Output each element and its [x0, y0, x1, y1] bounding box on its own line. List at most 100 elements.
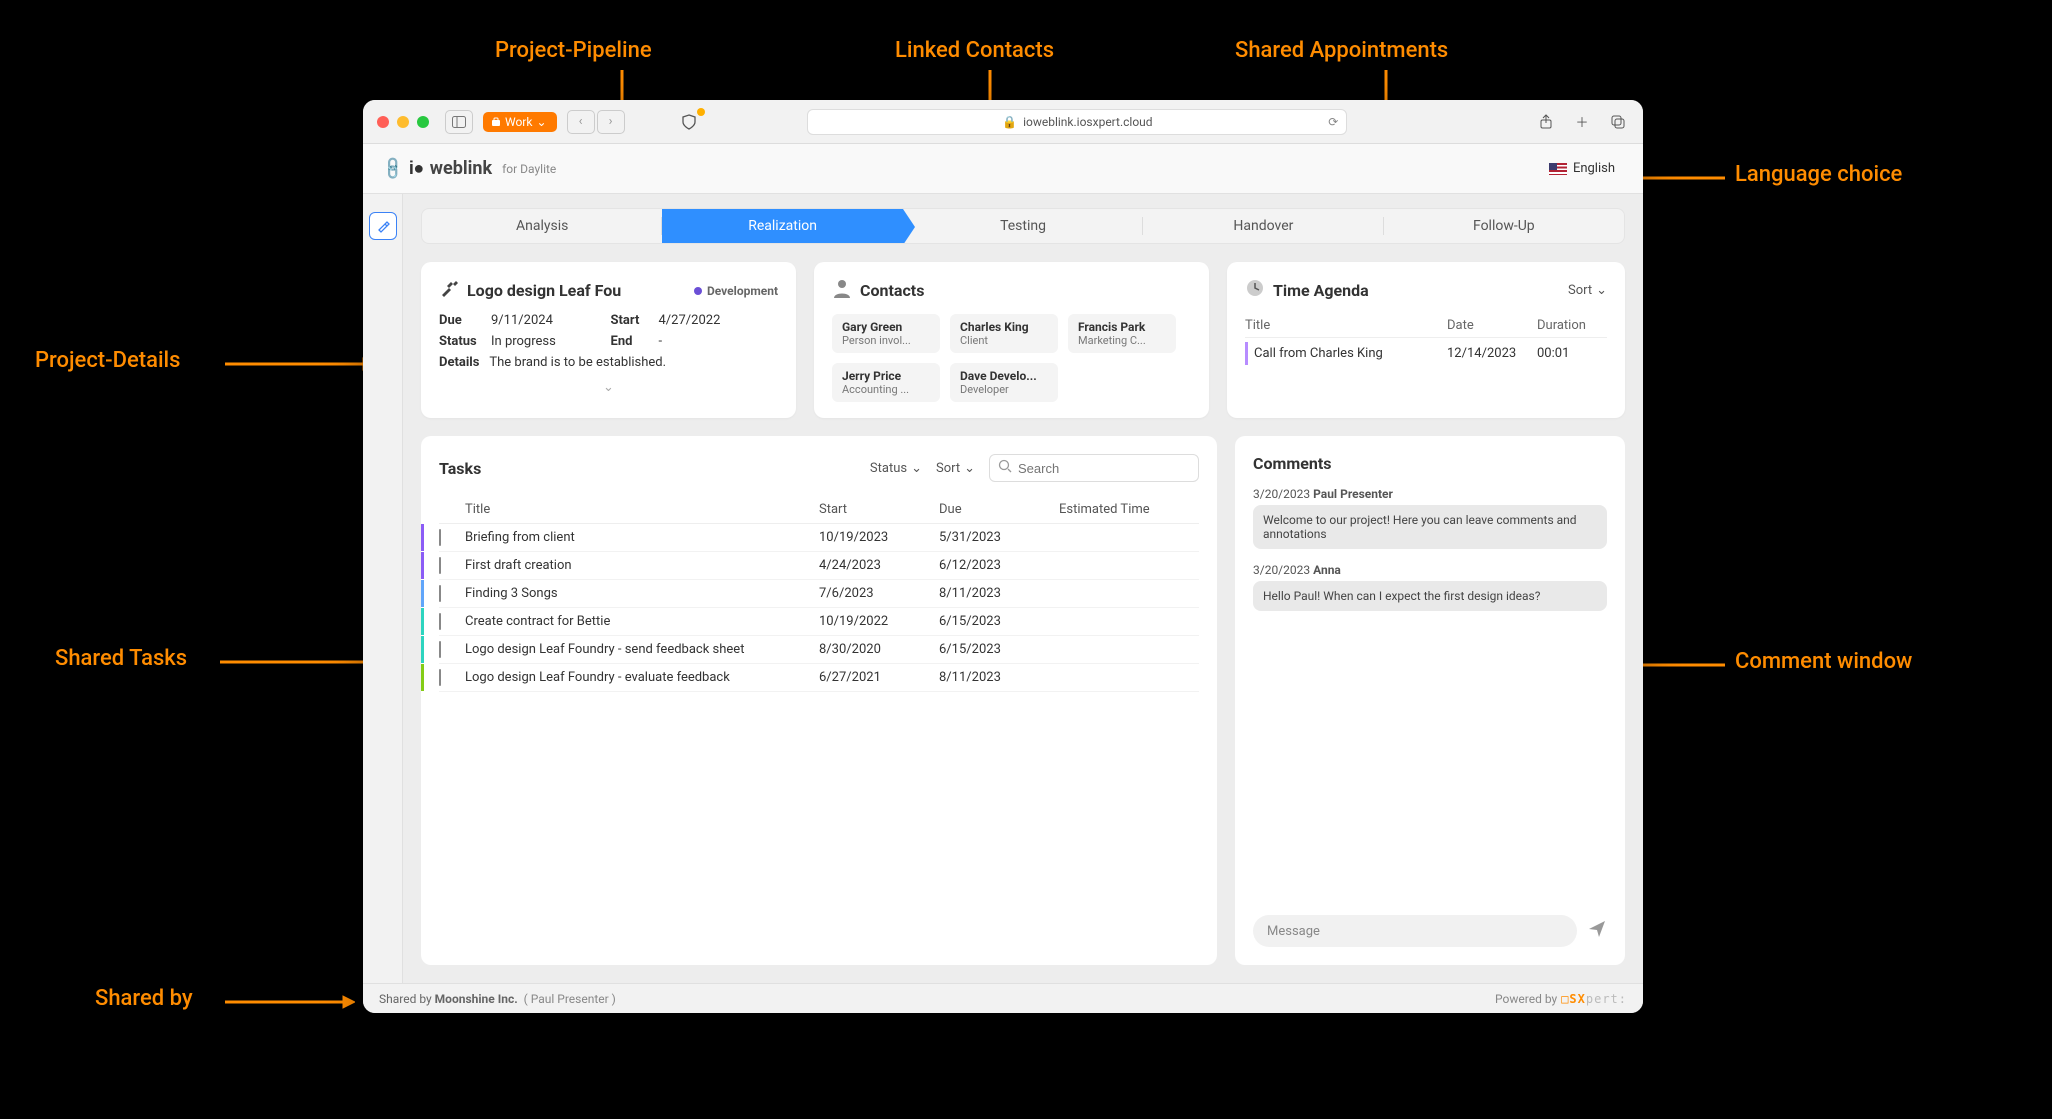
- refresh-icon[interactable]: ⟳: [1328, 115, 1338, 129]
- contact-name: Jerry Price: [842, 369, 930, 383]
- project-title: Logo design Leaf Fou: [467, 281, 621, 300]
- shield-badge-icon: [697, 108, 705, 116]
- status-label: Status: [439, 334, 491, 349]
- task-due: 6/12/2023: [939, 558, 1059, 573]
- lock-icon: 🔒: [1002, 115, 1017, 129]
- close-window-button[interactable]: [377, 116, 389, 128]
- category-dot-icon: [694, 287, 702, 295]
- browser-window: Work ⌄ ‹ › 🔒 ioweblink.iosxpert.cloud ⟳ …: [363, 100, 1643, 1013]
- annotation-sharedby: Shared by: [95, 986, 193, 1011]
- contact-chip[interactable]: Charles KingClient: [950, 314, 1058, 353]
- safari-toolbar: Work ⌄ ‹ › 🔒 ioweblink.iosxpert.cloud ⟳ …: [363, 100, 1643, 144]
- annotation-language: Language choice: [1735, 162, 1902, 187]
- url-bar[interactable]: 🔒 ioweblink.iosxpert.cloud ⟳: [807, 109, 1347, 135]
- agenda-col-title: Title: [1245, 318, 1447, 333]
- contacts-title: Contacts: [860, 281, 924, 300]
- contact-chip[interactable]: Dave Develo...Developer: [950, 363, 1058, 402]
- comment-placeholder: Message: [1267, 924, 1320, 939]
- send-comment-button[interactable]: [1587, 919, 1607, 944]
- agenda-title: Time Agenda: [1273, 281, 1369, 300]
- privacy-shield-button[interactable]: [675, 110, 703, 134]
- agenda-row[interactable]: Call from Charles King12/14/202300:01: [1245, 342, 1607, 365]
- hammer-icon: [439, 278, 459, 303]
- end-value: -: [659, 334, 779, 349]
- task-checkbox[interactable]: [439, 669, 441, 686]
- left-rail: [363, 194, 403, 983]
- app-header: 🔗 i● weblink for Daylite English: [363, 144, 1643, 194]
- contact-role: Developer: [960, 383, 1048, 396]
- stage-analysis[interactable]: Analysis: [422, 209, 662, 243]
- comments-card: Comments 3/20/2023 Paul Presenter Welcom…: [1235, 436, 1625, 965]
- task-checkbox[interactable]: [439, 557, 441, 574]
- status-value: In progress: [491, 334, 611, 349]
- expand-details-button[interactable]: ⌄: [439, 380, 778, 395]
- task-row[interactable]: Finding 3 Songs 7/6/2023 8/11/2023: [439, 580, 1199, 608]
- minimize-window-button[interactable]: [397, 116, 409, 128]
- task-row[interactable]: Logo design Leaf Foundry - evaluate feed…: [439, 664, 1199, 692]
- tasks-search-input[interactable]: [1018, 461, 1194, 476]
- task-title: Logo design Leaf Foundry - evaluate feed…: [465, 670, 819, 685]
- task-row[interactable]: Logo design Leaf Foundry - send feedback…: [439, 636, 1199, 664]
- stage-handover[interactable]: Handover: [1143, 209, 1383, 243]
- task-start: 10/19/2023: [819, 530, 939, 545]
- forward-button[interactable]: ›: [597, 110, 625, 134]
- tasks-col-est: Estimated Time: [1059, 502, 1199, 517]
- tasks-search-box[interactable]: [989, 454, 1199, 482]
- comment-block: 3/20/2023 Anna Hello Paul! When can I ex…: [1253, 563, 1607, 611]
- tab-work[interactable]: Work ⌄: [483, 112, 557, 132]
- comment-author: Paul Presenter: [1313, 487, 1393, 501]
- contacts-card: Contacts Gary GreenPerson invol... Charle…: [814, 262, 1209, 418]
- end-label: End: [611, 334, 659, 349]
- contact-chip[interactable]: Jerry PriceAccounting ...: [832, 363, 940, 402]
- person-icon: [832, 278, 852, 302]
- tabs-overview-button[interactable]: [1607, 112, 1629, 131]
- comment-block: 3/20/2023 Paul Presenter Welcome to our …: [1253, 487, 1607, 549]
- stage-followup[interactable]: Follow-Up: [1384, 209, 1624, 243]
- task-checkbox[interactable]: [439, 613, 441, 630]
- sidebar-toggle-button[interactable]: [445, 110, 473, 134]
- annotation-contacts: Linked Contacts: [895, 38, 1054, 63]
- stage-realization[interactable]: Realization: [662, 209, 902, 243]
- task-due: 6/15/2023: [939, 614, 1059, 629]
- comment-input[interactable]: Message: [1253, 915, 1577, 947]
- new-tab-button[interactable]: ＋: [1571, 112, 1593, 131]
- task-due: 8/11/2023: [939, 670, 1059, 685]
- flag-us-icon: [1549, 163, 1567, 175]
- share-button[interactable]: [1535, 112, 1557, 131]
- task-due: 5/31/2023: [939, 530, 1059, 545]
- traffic-lights: [377, 116, 429, 128]
- footer: Shared by Moonshine Inc. ( Paul Presente…: [363, 983, 1643, 1013]
- tasks-col-title: Title: [465, 502, 819, 517]
- task-due: 8/11/2023: [939, 586, 1059, 601]
- task-due: 6/15/2023: [939, 642, 1059, 657]
- stage-testing[interactable]: Testing: [903, 209, 1143, 243]
- task-row[interactable]: Briefing from client 10/19/2023 5/31/202…: [439, 524, 1199, 552]
- task-row[interactable]: First draft creation 4/24/2023 6/12/2023: [439, 552, 1199, 580]
- contact-chip[interactable]: Francis ParkMarketing C...: [1068, 314, 1176, 353]
- contact-role: Client: [960, 334, 1048, 347]
- task-title: Finding 3 Songs: [465, 586, 819, 601]
- task-checkbox[interactable]: [439, 529, 441, 546]
- contact-name: Gary Green: [842, 320, 930, 334]
- tasks-status-filter[interactable]: Status ⌄: [870, 461, 922, 476]
- fullscreen-window-button[interactable]: [417, 116, 429, 128]
- clock-icon: [1245, 278, 1265, 302]
- comments-title: Comments: [1253, 454, 1331, 473]
- task-checkbox[interactable]: [439, 641, 441, 658]
- tasks-sort-button[interactable]: Sort ⌄: [936, 461, 975, 476]
- language-selector[interactable]: English: [1541, 157, 1623, 180]
- tasks-col-start: Start: [819, 502, 939, 517]
- back-button[interactable]: ‹: [567, 110, 595, 134]
- agenda-sort-button[interactable]: Sort ⌄: [1568, 283, 1607, 298]
- task-row[interactable]: Create contract for Bettie 10/19/2022 6/…: [439, 608, 1199, 636]
- powered-by-label: Powered by: [1495, 992, 1557, 1006]
- task-title: Logo design Leaf Foundry - send feedback…: [465, 642, 819, 657]
- comment-date: 3/20/2023: [1253, 563, 1310, 577]
- task-checkbox[interactable]: [439, 585, 441, 602]
- rail-tools-button[interactable]: [369, 212, 397, 240]
- contact-chip[interactable]: Gary GreenPerson invol...: [832, 314, 940, 353]
- contact-role: Person invol...: [842, 334, 930, 347]
- annotation-details: Project-Details: [35, 348, 180, 373]
- tasks-title: Tasks: [439, 459, 481, 478]
- due-label: Due: [439, 313, 491, 328]
